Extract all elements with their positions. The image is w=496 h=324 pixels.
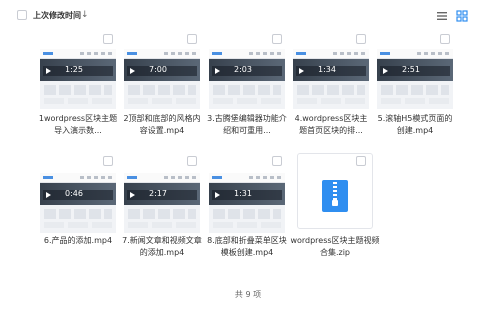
play-icon bbox=[215, 192, 220, 198]
play-icon bbox=[383, 68, 388, 74]
video-duration: 1:34 bbox=[318, 65, 336, 74]
file-name[interactable]: 2顶部和底部的风格内容设置.mp4 bbox=[122, 113, 202, 137]
file-name[interactable]: 3.古腾堡编辑器功能介绍和可重用... bbox=[207, 113, 287, 137]
file-checkbox[interactable] bbox=[187, 34, 197, 44]
play-icon bbox=[46, 192, 51, 198]
file-checkbox[interactable] bbox=[187, 156, 197, 166]
video-thumbnail[interactable]: 2:51 bbox=[377, 49, 453, 109]
file-name[interactable]: 7.新闻文章和视频文章的添加.mp4 bbox=[122, 235, 202, 259]
file-checkbox[interactable] bbox=[272, 156, 282, 166]
file-name[interactable]: 6.产品的添加.mp4 bbox=[38, 235, 118, 259]
video-thumbnail[interactable]: 1:25 bbox=[40, 49, 116, 109]
video-duration: 2:03 bbox=[234, 65, 252, 74]
video-duration: 1:31 bbox=[234, 189, 252, 198]
play-icon bbox=[130, 68, 135, 74]
play-icon bbox=[215, 68, 220, 74]
file-name[interactable]: 8.底部和折叠菜单区块模板创建.mp4 bbox=[207, 235, 287, 259]
video-duration: 2:51 bbox=[402, 65, 420, 74]
zip-archive-icon bbox=[322, 180, 348, 212]
file-checkbox[interactable] bbox=[272, 34, 282, 44]
video-thumbnail[interactable]: 2:03 bbox=[209, 49, 285, 109]
file-checkbox[interactable] bbox=[103, 156, 113, 166]
grid-view-icon[interactable] bbox=[456, 10, 468, 22]
video-thumbnail[interactable]: 7:00 bbox=[124, 49, 200, 109]
sort-by-modified-label[interactable]: 上次修改时间 bbox=[33, 11, 81, 21]
file-name[interactable]: 1wordpress区块主题导入演示数... bbox=[38, 113, 118, 137]
video-duration: 0:46 bbox=[65, 189, 83, 198]
video-thumbnail[interactable]: 0:46 bbox=[40, 173, 116, 233]
video-thumbnail[interactable]: 2:17 bbox=[124, 173, 200, 233]
play-icon bbox=[299, 68, 304, 74]
list-view-icon[interactable] bbox=[436, 10, 448, 22]
play-icon bbox=[46, 68, 51, 74]
video-thumbnail[interactable]: 1:31 bbox=[209, 173, 285, 233]
play-icon bbox=[130, 192, 135, 198]
video-thumbnail[interactable]: 1:34 bbox=[293, 49, 369, 109]
video-duration: 2:17 bbox=[149, 189, 167, 198]
file-checkbox[interactable] bbox=[356, 34, 366, 44]
video-duration: 7:00 bbox=[149, 65, 167, 74]
file-checkbox[interactable] bbox=[440, 34, 450, 44]
file-name[interactable]: 5.滚轴H5模式页面的创建.mp4 bbox=[375, 113, 455, 137]
file-name[interactable]: wordpress区块主题视频合集.zip bbox=[289, 235, 381, 259]
toolbar: 上次修改时间 ↓ bbox=[0, 0, 496, 32]
item-count: 共 9 项 bbox=[234, 290, 262, 299]
file-name[interactable]: 4.wordpress区块主题首页区块的排... bbox=[291, 113, 371, 137]
file-checkbox[interactable] bbox=[356, 156, 366, 166]
sort-direction-icon[interactable]: ↓ bbox=[81, 10, 89, 20]
file-checkbox[interactable] bbox=[103, 34, 113, 44]
video-duration: 1:25 bbox=[65, 65, 83, 74]
select-all-checkbox[interactable] bbox=[17, 10, 27, 20]
